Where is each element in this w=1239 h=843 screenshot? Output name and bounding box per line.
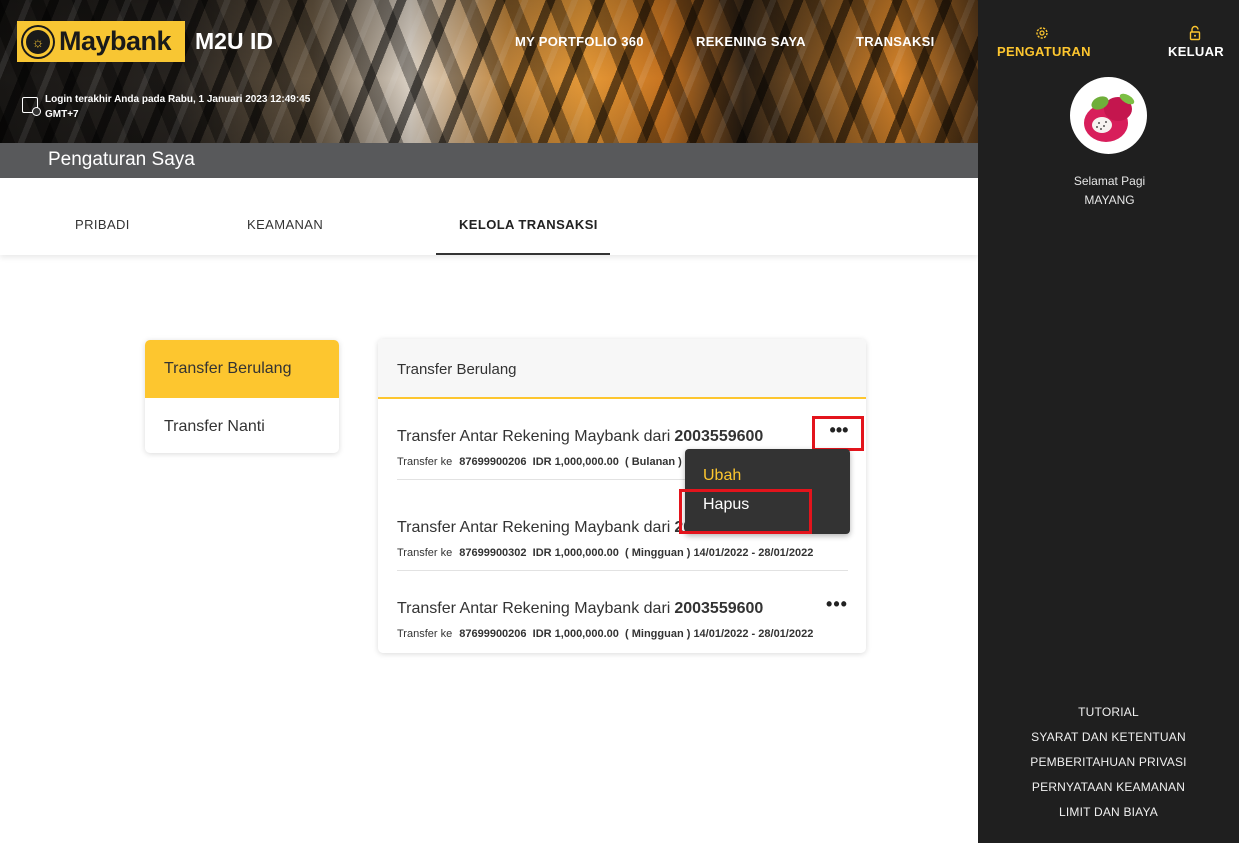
transfer-type-menu: Transfer Berulang Transfer Nanti: [145, 340, 339, 453]
last-login-info: Login terakhir Anda pada Rabu, 1 Januari…: [22, 92, 325, 122]
avatar-dragonfruit: [1072, 79, 1145, 152]
link-tutorial[interactable]: TUTORIAL: [978, 705, 1239, 719]
settings-button[interactable]: PENGATURAN: [997, 25, 1090, 59]
nav-transaksi[interactable]: TRANSAKSI: [856, 34, 935, 49]
main-area: ☼ Maybank M2U ID Login terakhir Anda pad…: [0, 0, 978, 843]
schedule: ( Mingguan ) 14/01/2022 - 28/01/2022: [625, 628, 814, 640]
maybank-logo[interactable]: ☼ Maybank: [17, 21, 185, 62]
destination-account: 87699900206: [459, 628, 527, 640]
greeting: Selamat Pagi MAYANG: [1038, 172, 1181, 210]
amount: IDR 1,000,000.00: [532, 547, 619, 559]
link-limit-biaya[interactable]: LIMIT DAN BIAYA: [978, 805, 1239, 819]
link-pemberitahuan-privasi[interactable]: PEMBERITAHUAN PRIVASI: [978, 755, 1239, 769]
tab-keamanan[interactable]: KEAMANAN: [247, 217, 323, 232]
schedule: ( Mingguan ) 14/01/2022 - 28/01/2022: [625, 547, 814, 559]
row-title: Transfer Antar Rekening Maybank dari 20: [397, 519, 693, 536]
logout-button[interactable]: KELUAR: [1168, 25, 1224, 59]
highlight-hapus: [679, 489, 812, 534]
destination-account: 87699900302: [459, 547, 527, 559]
brand-subtitle: M2U ID: [195, 28, 273, 54]
source-account: 2003559600: [674, 428, 764, 445]
more-options-icon[interactable]: •••: [826, 595, 848, 615]
row-title: Transfer Antar Rekening Maybank dari 2003…: [397, 428, 764, 445]
right-sidebar: PENGATURAN KELUAR Selamat Pagi MAYANG TU…: [978, 0, 1239, 843]
page-title: Pengaturan Saya: [48, 149, 195, 170]
list-header: Transfer Berulang: [378, 339, 866, 399]
schedule: ( Bulanan ): [625, 456, 682, 468]
settings-label: PENGATURAN: [997, 44, 1091, 59]
login-history-icon: [22, 97, 41, 116]
destination-account: 87699900206: [459, 456, 527, 468]
logo-text: Maybank: [59, 26, 172, 56]
row-detail: Transfer ke 87699900302 IDR 1,000,000.00 …: [397, 547, 814, 559]
last-login-text: Login terakhir Anda pada Rabu, 1 Januari…: [45, 94, 311, 120]
link-pernyataan-keamanan[interactable]: PERNYATAAN KEAMANAN: [978, 780, 1239, 794]
nav-my-portfolio[interactable]: MY PORTFOLIO 360: [515, 34, 644, 49]
row-detail: Transfer ke 87699900206 IDR 1,000,000.00 …: [397, 628, 814, 640]
source-account: 2003559600: [674, 600, 764, 617]
padlock-icon: [1189, 25, 1201, 41]
gear-icon: [1036, 27, 1048, 39]
list-title: Transfer Berulang: [397, 361, 517, 378]
amount: IDR 1,000,000.00: [532, 628, 619, 640]
nav-rekening-saya[interactable]: REKENING SAYA: [696, 34, 806, 49]
tab-kelola-transaksi[interactable]: KELOLA TRANSAKSI: [459, 217, 598, 232]
row-detail: Transfer ke 87699900206 IDR 1,000,000.00 …: [397, 456, 682, 468]
transfer-row[interactable]: Transfer Antar Rekening Maybank dari 2003…: [397, 571, 848, 652]
amount: IDR 1,000,000.00: [532, 456, 619, 468]
menu-transfer-berulang[interactable]: Transfer Berulang: [145, 340, 339, 398]
maybank-tiger-emblem: ☼: [23, 26, 53, 57]
settings-tabs: PRIBADI KEAMANAN KELOLA TRANSAKSI: [0, 178, 978, 255]
row-title: Transfer Antar Rekening Maybank dari 2003…: [397, 600, 764, 617]
user-name: MAYANG: [1084, 193, 1135, 207]
avatar[interactable]: [1070, 77, 1147, 154]
menu-transfer-nanti[interactable]: Transfer Nanti: [145, 398, 339, 453]
logout-label: KELUAR: [1168, 44, 1224, 59]
action-ubah[interactable]: Ubah: [703, 467, 741, 485]
highlight-more-button: [812, 416, 864, 451]
link-syarat-ketentuan[interactable]: SYARAT DAN KETENTUAN: [978, 730, 1239, 744]
tab-pribadi[interactable]: PRIBADI: [75, 217, 130, 232]
active-tab-indicator: [436, 253, 610, 255]
greeting-text: Selamat Pagi: [1073, 174, 1146, 188]
